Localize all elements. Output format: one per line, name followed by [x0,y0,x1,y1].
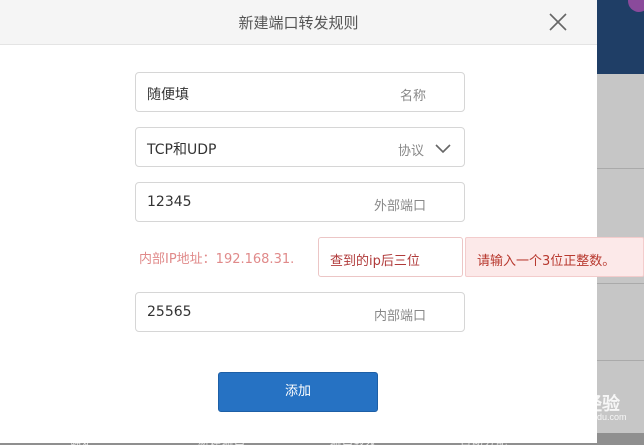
external-port-value: 12345 [147,194,192,210]
name-label: 名称 [399,89,426,104]
background-divider [597,168,644,169]
watermark: Bai 经验 jingyan.baidu.com [510,372,627,422]
chevron-down-icon [435,144,451,154]
protocol-value: TCP和UDP [147,142,217,158]
external-port-label: 外部端口 [373,199,426,214]
validation-tooltip: 请输入一个3位正整数。 [465,237,644,277]
external-port-field[interactable]: 12345 外部端口 [135,182,465,222]
protocol-select[interactable]: TCP和UDP 协议 [135,127,465,167]
internal-port-value: 25565 [147,304,192,320]
close-button[interactable] [545,9,571,35]
internal-ip-suffix-input[interactable]: 查到的ip后三位 [318,237,463,277]
name-value: 随便填 [147,87,189,103]
background-divider [597,283,644,284]
background-divider [597,360,644,361]
name-field[interactable]: 随便填 名称 [135,72,465,112]
internal-ip-label: 内部IP地址：192.168.31. [139,252,295,267]
dialog-title: 新建端口转发规则 [238,14,359,32]
internal-port-label: 内部端口 [373,309,426,324]
watermark-url: jingyan.baidu.com [554,412,627,422]
close-icon [549,13,567,31]
validation-tooltip-text: 请输入一个3位正整数。 [477,254,616,269]
port-forward-dialog: 新建端口转发规则 随便填 名称 TCP和UDP 协议 12345 外部端口 内部… [0,0,597,443]
internal-port-field[interactable]: 25565 内部端口 [135,292,465,332]
paw-icon [541,374,564,397]
internal-ip-suffix-placeholder: 查到的ip后三位 [330,254,420,269]
add-button[interactable]: 添加 [218,372,378,412]
protocol-label: 协议 [397,144,424,159]
dialog-header: 新建端口转发规则 [0,0,597,45]
